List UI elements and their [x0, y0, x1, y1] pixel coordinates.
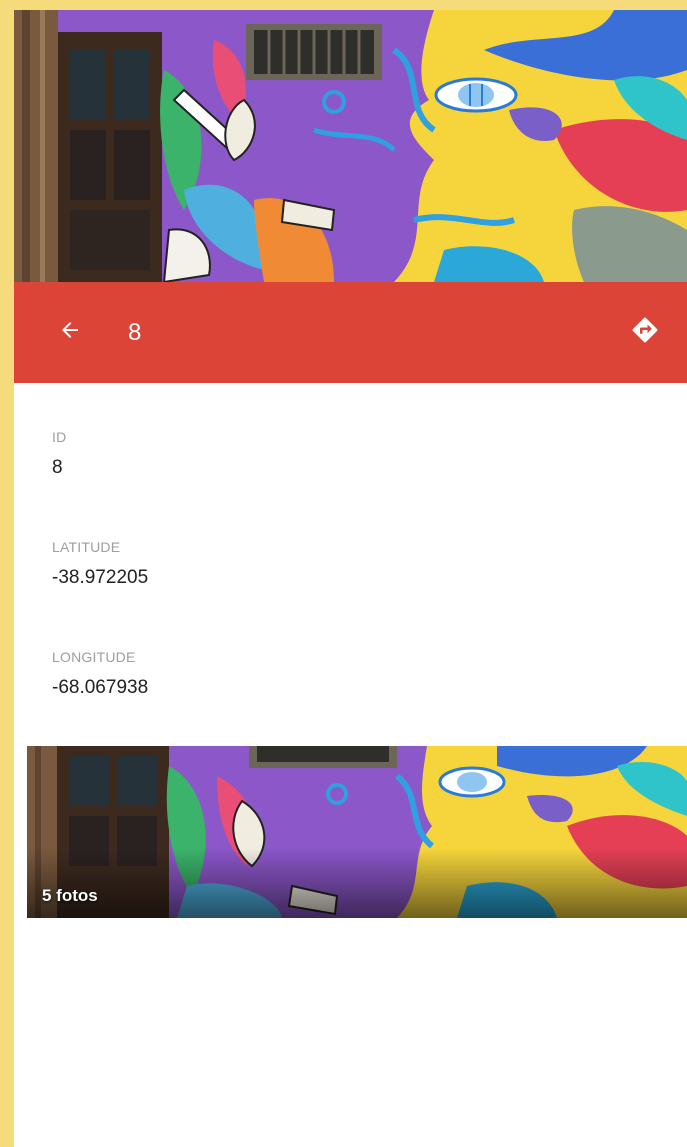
directions-button[interactable] — [623, 310, 667, 354]
page-title: 8 — [128, 319, 142, 346]
arrow-left-icon — [58, 318, 82, 347]
field-value: -68.067938 — [52, 677, 149, 698]
field-label: LATITUDE — [52, 539, 121, 555]
field-value: -38.972205 — [52, 567, 149, 588]
field-label: LONGITUDE — [52, 649, 136, 665]
app-bar: 8 — [14, 282, 687, 383]
detail-view: 8 ID 8 LATITUDE -38.972205 LONGITUDE -68… — [14, 10, 687, 1147]
field-label: ID — [52, 429, 67, 445]
field-latitude: LATITUDE -38.972205 — [52, 538, 148, 648]
gallery-shade — [27, 848, 687, 918]
field-id: ID 8 — [52, 428, 148, 538]
back-button[interactable] — [50, 312, 90, 352]
detail-fields: ID 8 LATITUDE -38.972205 LONGITUDE -68.0… — [52, 428, 148, 758]
photo-gallery-card[interactable]: 5 fotos — [27, 746, 687, 918]
field-longitude: LONGITUDE -68.067938 — [52, 648, 148, 758]
field-value: 8 — [52, 457, 63, 478]
directions-icon — [630, 315, 660, 350]
photo-count-label: 5 fotos — [42, 886, 98, 905]
hero-image — [14, 10, 687, 282]
